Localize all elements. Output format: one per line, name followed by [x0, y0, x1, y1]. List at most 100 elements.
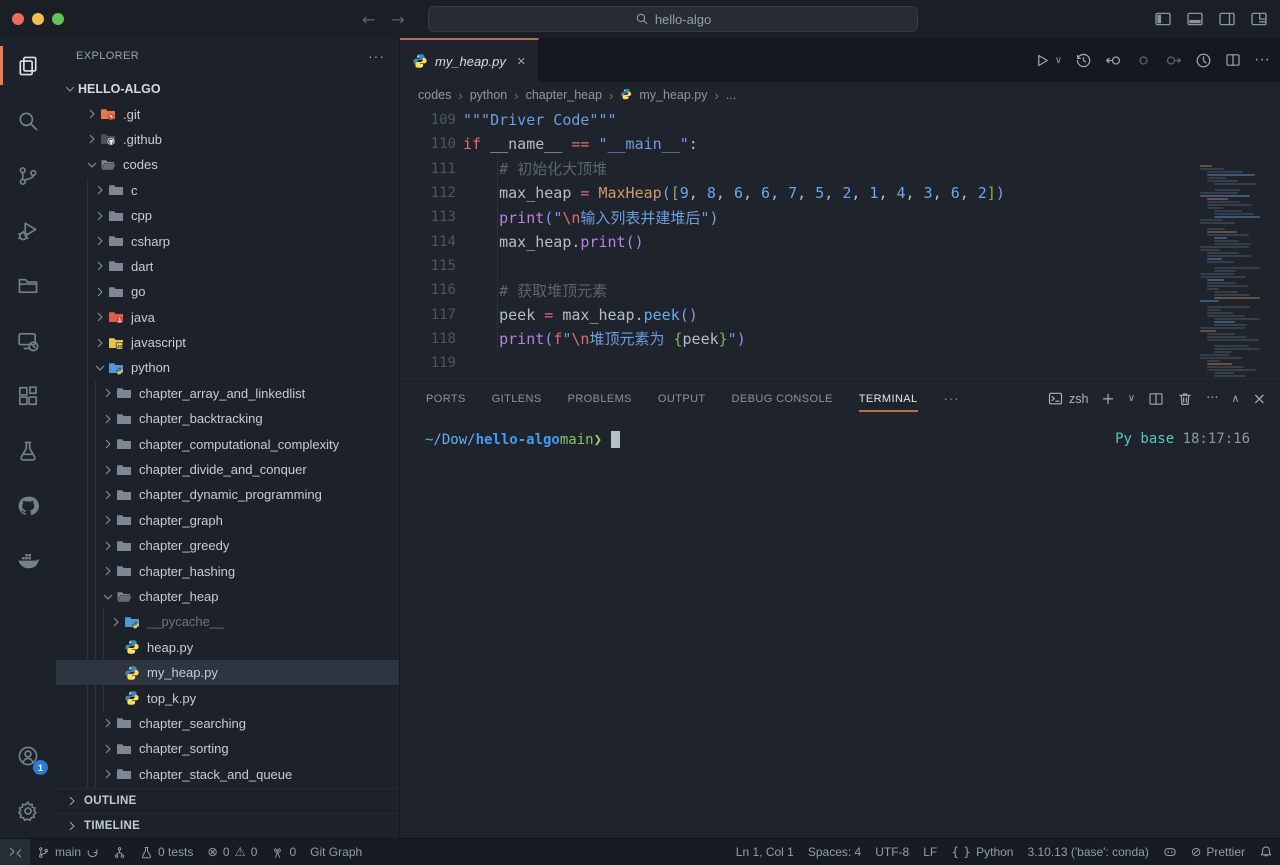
- status-python-interpreter[interactable]: 3.10.13 ('base': conda): [1020, 839, 1155, 865]
- tree-item-heap-py[interactable]: heap.py: [56, 635, 399, 660]
- next-change-icon[interactable]: [1165, 52, 1182, 69]
- breadcrumb-item[interactable]: codes: [418, 88, 451, 102]
- minimap[interactable]: [1198, 165, 1262, 378]
- panel-tab-debug-console[interactable]: DEBUG CONSOLE: [732, 379, 833, 418]
- tree-item-chapter-backtracking[interactable]: chapter_backtracking: [56, 406, 399, 431]
- navigate-back-icon[interactable]: ←: [362, 10, 375, 29]
- tree-item-csharp[interactable]: csharp: [56, 228, 399, 253]
- activity-settings[interactable]: [0, 783, 56, 838]
- tree-item-chapter-greedy[interactable]: chapter_greedy: [56, 533, 399, 558]
- tree-item-cpp[interactable]: cpp: [56, 203, 399, 228]
- prev-change-icon[interactable]: [1105, 52, 1122, 69]
- tree-item-codes[interactable]: codes: [56, 152, 399, 177]
- close-panel-icon[interactable]: ×: [1253, 389, 1266, 408]
- command-center-search[interactable]: hello-algo: [428, 6, 918, 32]
- status-cursor-position[interactable]: Ln 1, Col 1: [729, 839, 801, 865]
- tree-item-chapter-graph[interactable]: chapter_graph: [56, 508, 399, 533]
- activity-github[interactable]: [0, 478, 56, 533]
- run-dropdown-icon[interactable]: ∨: [1055, 55, 1062, 66]
- panel-tab-output[interactable]: OUTPUT: [658, 379, 706, 418]
- tree-item-dart[interactable]: dart: [56, 254, 399, 279]
- run-icon[interactable]: [1033, 52, 1050, 69]
- layout-panel-icon[interactable]: [1186, 10, 1204, 28]
- tree-item-chapter-searching[interactable]: chapter_searching: [56, 711, 399, 736]
- activity-source-control[interactable]: [0, 148, 56, 203]
- activity-docker[interactable]: [0, 533, 56, 588]
- tree-item-chapter-dynamic-programming[interactable]: chapter_dynamic_programming: [56, 482, 399, 507]
- activity-search[interactable]: [0, 93, 56, 148]
- status-problems[interactable]: ⊗0⚠0: [200, 839, 264, 865]
- tree-item-top-k-py[interactable]: top_k.py: [56, 685, 399, 710]
- panel-more-actions-icon[interactable]: ···: [1206, 391, 1218, 406]
- status-notifications[interactable]: [1252, 839, 1280, 865]
- explorer-more-actions-icon[interactable]: ···: [368, 48, 385, 64]
- editor-more-actions-icon[interactable]: ···: [1254, 51, 1270, 69]
- status-language-mode[interactable]: { }Python: [944, 839, 1020, 865]
- terminal[interactable]: ~/Dow/hello-algo main ❯ Py base 18:17:16: [400, 418, 1280, 838]
- terminal-dropdown-icon[interactable]: ∨: [1128, 393, 1135, 404]
- status-indentation[interactable]: Spaces: 4: [801, 839, 868, 865]
- panel-tab-terminal[interactable]: TERMINAL: [859, 379, 918, 418]
- tree-item--git[interactable]: .git: [56, 101, 399, 126]
- tree-item-my-heap-py[interactable]: my_heap.py: [56, 660, 399, 685]
- maximize-panel-icon[interactable]: ∧: [1232, 392, 1240, 405]
- activity-explorer[interactable]: [0, 38, 56, 93]
- activity-testing[interactable]: [0, 423, 56, 478]
- kill-terminal-icon[interactable]: [1177, 391, 1193, 407]
- tree-item-chapter-array-and-linkedlist[interactable]: chapter_array_and_linkedlist: [56, 381, 399, 406]
- tab-my-heap-py[interactable]: my_heap.py ×: [400, 38, 539, 82]
- status-ports[interactable]: 0: [264, 839, 303, 865]
- tree-item-java[interactable]: java: [56, 305, 399, 330]
- layout-sidebar-left-icon[interactable]: [1154, 10, 1172, 28]
- tree-item-chapter-divide-and-conquer[interactable]: chapter_divide_and_conquer: [56, 457, 399, 482]
- zoom-window-button[interactable]: [52, 13, 64, 25]
- breadcrumb-item[interactable]: python: [470, 88, 508, 102]
- panel-tab-ports[interactable]: PORTS: [426, 379, 466, 418]
- split-terminal-icon[interactable]: [1148, 391, 1164, 407]
- tree-item-go[interactable]: go: [56, 279, 399, 304]
- layout-sidebar-right-icon[interactable]: [1218, 10, 1236, 28]
- tree-item-chapter-stack-and-queue[interactable]: chapter_stack_and_queue: [56, 762, 399, 787]
- tree-item-javascript[interactable]: JSjavascript: [56, 330, 399, 355]
- tree-item--pycache-[interactable]: __pycache__: [56, 609, 399, 634]
- code-editor[interactable]: 109"""Driver Code"""110if __name__ == "_…: [400, 108, 1280, 378]
- status-git-graph-icon-item[interactable]: [106, 839, 133, 865]
- breadcrumb-item[interactable]: ...: [726, 88, 736, 102]
- tree-item-python[interactable]: python: [56, 355, 399, 380]
- history-icon[interactable]: [1075, 52, 1092, 69]
- status-eol[interactable]: LF: [916, 839, 944, 865]
- tree-item-chapter-heap[interactable]: chapter_heap: [56, 584, 399, 609]
- status-git-branch[interactable]: main: [30, 839, 106, 865]
- status-encoding[interactable]: UTF-8: [868, 839, 916, 865]
- tree-item-chapter-hashing[interactable]: chapter_hashing: [56, 558, 399, 583]
- tree-item-hello-algo[interactable]: HELLO-ALGO: [56, 76, 399, 101]
- split-icon[interactable]: [1225, 52, 1241, 68]
- layout-custom-icon[interactable]: [1250, 10, 1268, 28]
- activity-folders[interactable]: [0, 258, 56, 313]
- runclock-icon[interactable]: [1195, 52, 1212, 69]
- activity-extensions[interactable]: [0, 368, 56, 423]
- panel-tabs-more-icon[interactable]: ···: [944, 391, 960, 406]
- activity-run-debug[interactable]: [0, 203, 56, 258]
- timeline-section[interactable]: TIMELINE: [56, 813, 399, 838]
- close-tab-icon[interactable]: ×: [517, 53, 526, 70]
- tree-item-chapter-sorting[interactable]: chapter_sorting: [56, 736, 399, 761]
- tree-item-chapter-computational-complexity[interactable]: chapter_computational_complexity: [56, 431, 399, 456]
- status-copilot[interactable]: [1156, 839, 1184, 865]
- tree-item-c[interactable]: c: [56, 178, 399, 203]
- panel-tab-gitlens[interactable]: GITLENS: [492, 379, 542, 418]
- close-window-button[interactable]: [12, 13, 24, 25]
- minimize-window-button[interactable]: [32, 13, 44, 25]
- outline-section[interactable]: OUTLINE: [56, 788, 399, 813]
- terminal-shell-picker[interactable]: zsh: [1048, 391, 1088, 406]
- new-terminal-icon[interactable]: +: [1101, 389, 1114, 408]
- panel-tab-problems[interactable]: PROBLEMS: [568, 379, 632, 418]
- status-remote-window[interactable]: [0, 839, 30, 865]
- navigate-forward-icon[interactable]: →: [391, 10, 404, 29]
- status-tests[interactable]: 0 tests: [133, 839, 200, 865]
- circle-icon[interactable]: [1135, 52, 1152, 69]
- status-git-graph[interactable]: Git Graph: [303, 839, 369, 865]
- activity-accounts[interactable]: 1: [0, 728, 56, 783]
- breadcrumb-item[interactable]: chapter_heap: [526, 88, 602, 102]
- tree-item--github[interactable]: .github: [56, 127, 399, 152]
